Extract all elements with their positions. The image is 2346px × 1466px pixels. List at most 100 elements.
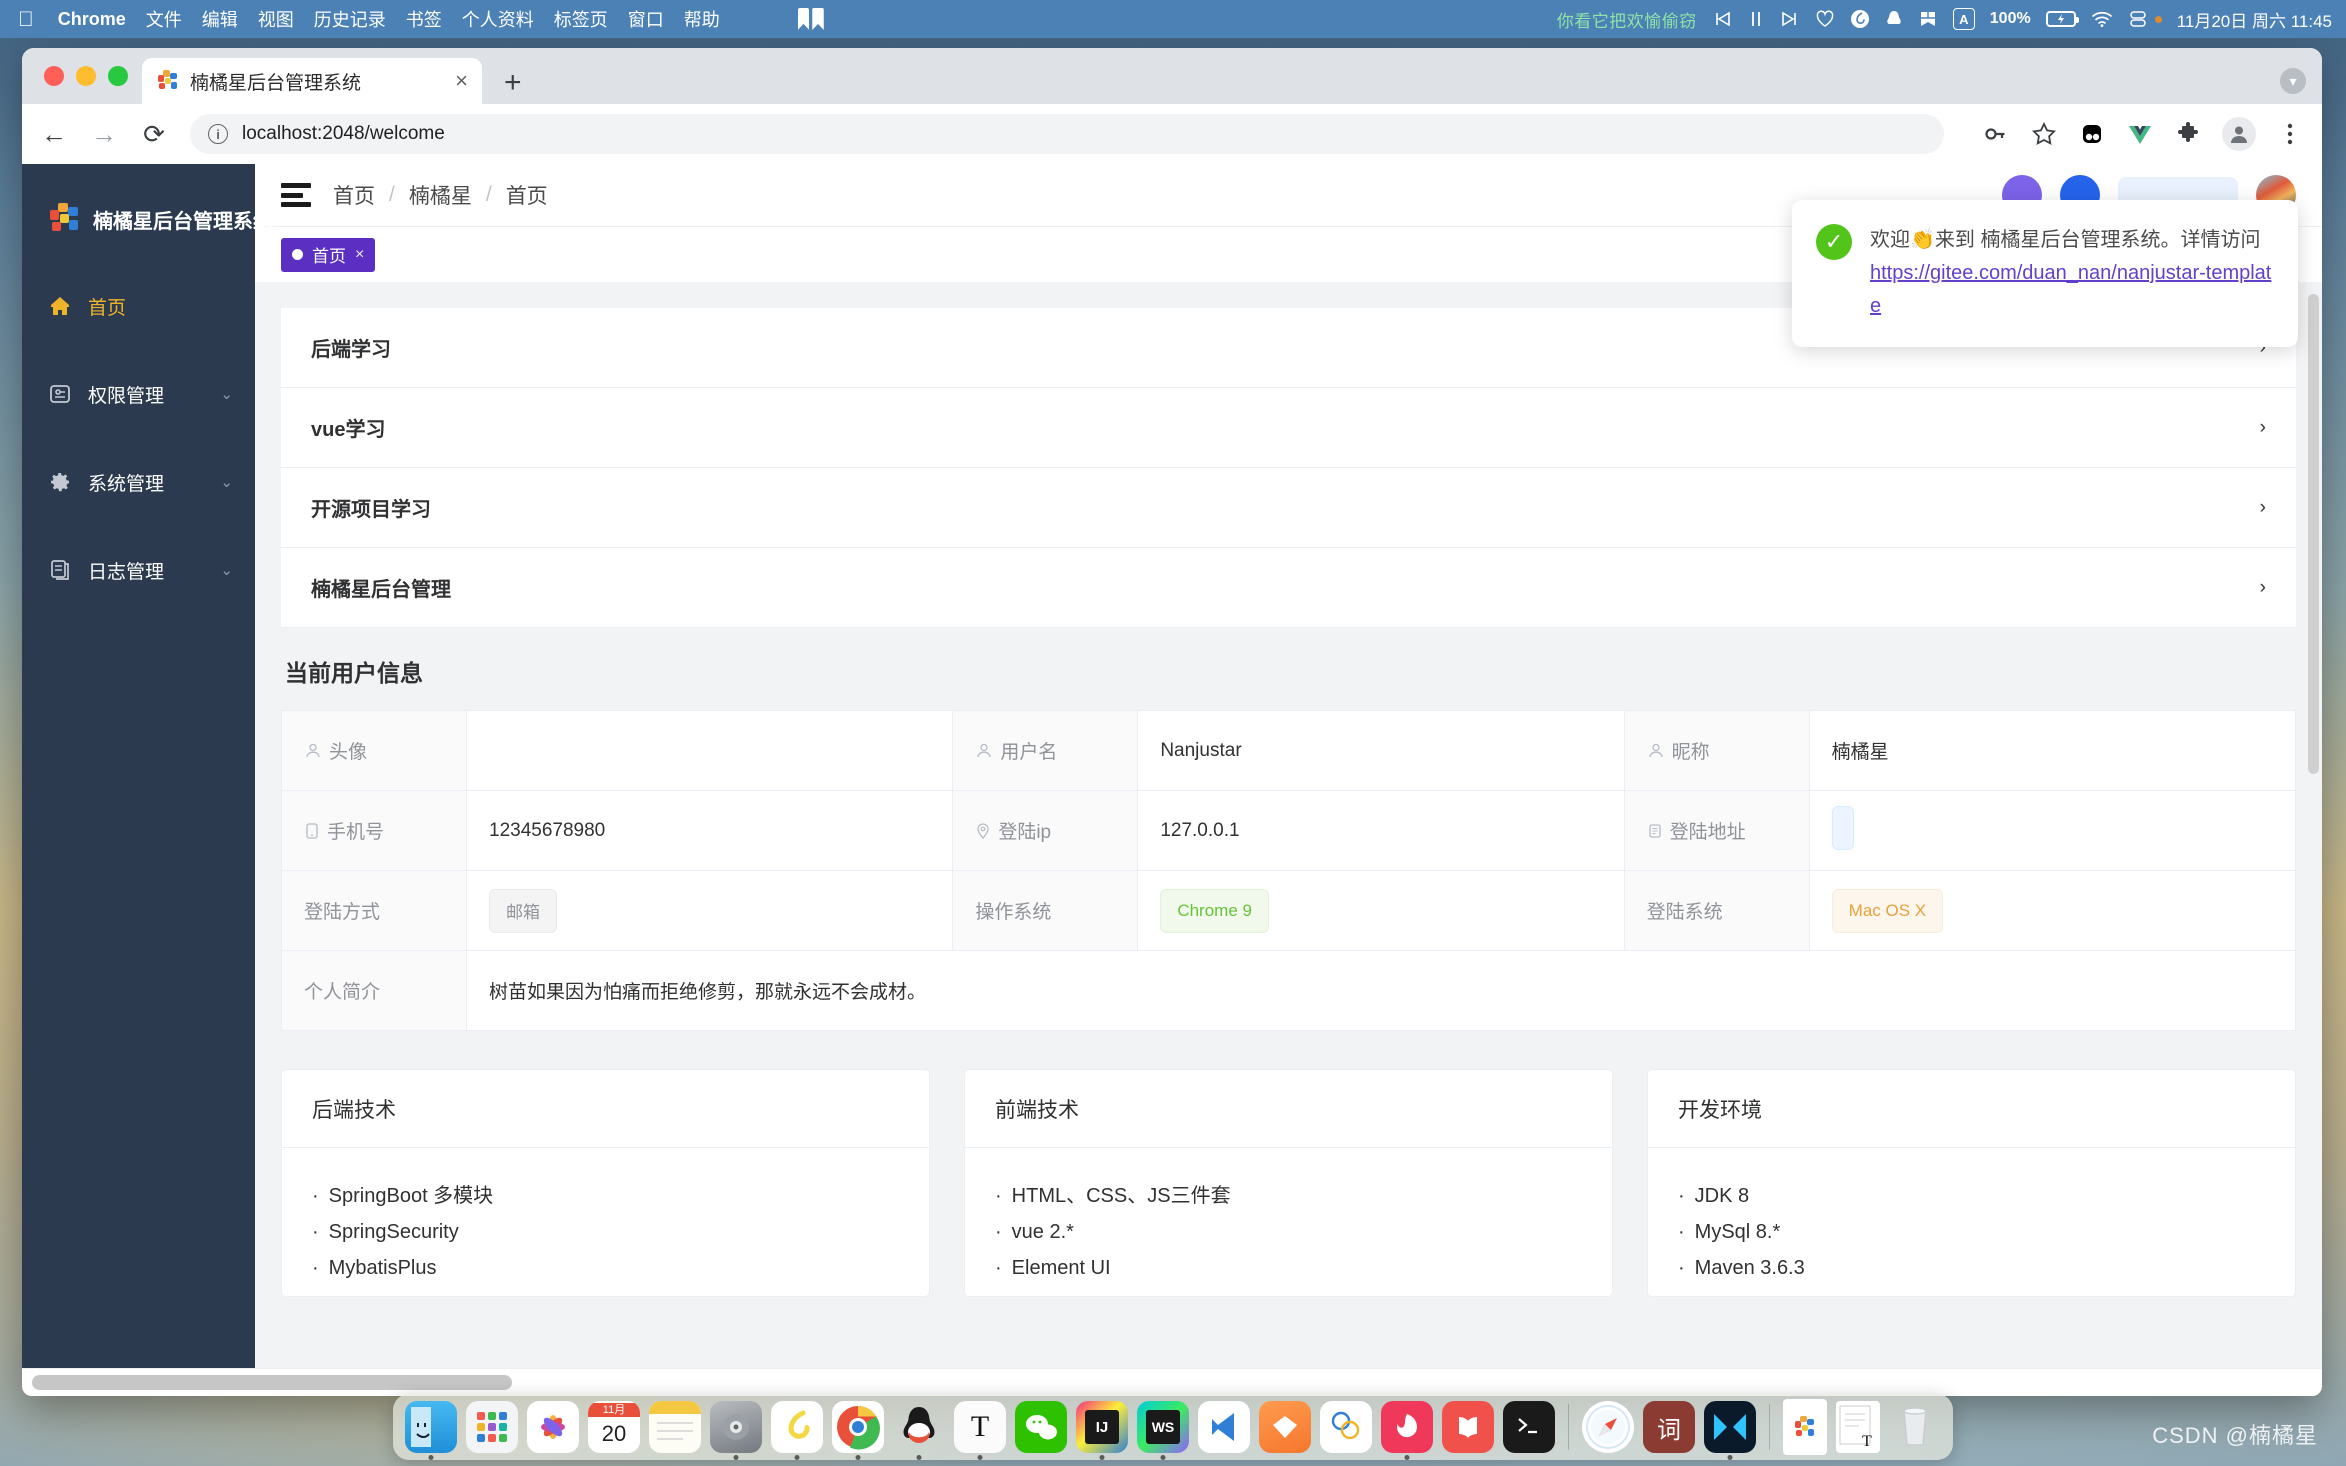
sidebar-brand[interactable]: 楠橘星后台管理系统	[22, 164, 273, 248]
menu-item-window[interactable]: 窗口	[628, 6, 664, 32]
chrome-menu-icon[interactable]	[2276, 120, 2304, 148]
dock-item-intellij-idea[interactable]: IJ	[1076, 1401, 1128, 1460]
sidebar-item-system[interactable]: 系统管理 ⌄	[22, 452, 255, 512]
dock-item-photos[interactable]	[527, 1401, 579, 1453]
forward-button[interactable]: →	[90, 121, 118, 147]
back-button[interactable]: ←	[40, 121, 68, 147]
dock-item-document-stack[interactable]: T	[1836, 1401, 1880, 1453]
calendar-day: 20	[601, 1421, 627, 1446]
menu-datetime[interactable]: 11月20日 周六 11:45	[2177, 7, 2332, 32]
maximize-window-button[interactable]	[108, 66, 128, 86]
vue-devtools-icon[interactable]	[2126, 120, 2154, 148]
star-icon[interactable]	[2030, 120, 2058, 148]
next-track-icon[interactable]	[1780, 9, 1800, 29]
menu-app-name[interactable]: Chrome	[58, 9, 126, 30]
reload-button[interactable]: ⟳	[140, 121, 168, 147]
horizontal-scrollbar-track	[22, 1368, 2322, 1396]
chevron-down-icon[interactable]: ⌄	[220, 385, 233, 403]
dock-item-document-folder[interactable]	[1783, 1399, 1827, 1455]
tag-chip-home[interactable]: 首页 ×	[281, 237, 376, 272]
dock-item-sketch[interactable]	[1259, 1401, 1311, 1453]
bookmark-icon[interactable]	[1918, 9, 1938, 29]
page-scrollbar[interactable]	[2308, 294, 2319, 774]
previous-track-icon[interactable]	[1712, 9, 1732, 29]
netease-music-icon[interactable]	[1850, 9, 1870, 29]
dock-item-books[interactable]	[1442, 1401, 1494, 1453]
dock-item-typora[interactable]: T	[954, 1401, 1006, 1460]
dock-item-wechat[interactable]	[1015, 1401, 1067, 1453]
menu-item-edit[interactable]: 编辑	[202, 6, 238, 32]
running-indicator	[1727, 1455, 1733, 1460]
dock-item-netease-music[interactable]	[771, 1401, 823, 1460]
dock-item-system-preferences[interactable]	[710, 1401, 762, 1460]
dock-item-webstorm[interactable]: WS	[1137, 1401, 1189, 1460]
menu-item-history[interactable]: 历史记录	[314, 6, 386, 32]
chevron-down-icon[interactable]: ⌄	[220, 473, 233, 491]
heart-icon[interactable]	[1815, 10, 1835, 28]
cell-value-login-method: 邮箱	[465, 870, 954, 951]
bilibili-menu-icon[interactable]	[797, 8, 824, 30]
dock-item-trash[interactable]	[1889, 1401, 1941, 1453]
wifi-icon[interactable]	[2091, 10, 2113, 28]
breadcrumb-item-0[interactable]: 首页	[333, 180, 375, 210]
dock-item-calendar[interactable]: 11月 20	[588, 1401, 640, 1453]
browser-tab[interactable]: 楠橘星后台管理系统 ×	[142, 58, 482, 104]
collapse-row[interactable]: 开源项目学习 ›	[281, 468, 2296, 548]
horizontal-scrollbar-thumb[interactable]	[32, 1375, 512, 1390]
list-item: MybatisPlus	[312, 1250, 899, 1286]
collapse-row[interactable]: vue学习 ›	[281, 388, 2296, 468]
menu-item-help[interactable]: 帮助	[684, 6, 720, 32]
dock-item-notes[interactable]	[649, 1401, 701, 1453]
cell-label-avatar: 头像	[281, 710, 467, 791]
menu-item-file[interactable]: 文件	[146, 6, 182, 32]
close-icon[interactable]: ×	[455, 70, 468, 92]
site-info-icon[interactable]: i	[208, 124, 228, 144]
menu-item-view[interactable]: 视图	[258, 6, 294, 32]
minimize-window-button[interactable]	[76, 66, 96, 86]
toast-link[interactable]: https://gitee.com/duan_nan/nanjustar-tem…	[1870, 262, 2271, 317]
collapse-row[interactable]: 楠橘星后台管理 ›	[281, 548, 2296, 628]
breadcrumb-item-2: 首页	[505, 185, 548, 208]
dock-item-figma[interactable]	[1320, 1401, 1372, 1453]
close-window-button[interactable]	[44, 66, 64, 86]
dock-item-safari[interactable]	[1582, 1401, 1634, 1453]
menu-item-tabs[interactable]: 标签页	[554, 6, 608, 32]
sidebar-item-home[interactable]: 首页	[22, 276, 255, 336]
pause-icon[interactable]	[1747, 9, 1765, 29]
chevron-down-icon[interactable]: ▾	[2280, 68, 2306, 94]
input-source-icon[interactable]: A	[1952, 8, 1975, 30]
dock-item-launchpad[interactable]	[466, 1401, 518, 1453]
panda-extension-icon[interactable]	[2078, 120, 2106, 148]
control-center-icon[interactable]	[2128, 9, 2148, 29]
dock-item-bilibili[interactable]	[1704, 1401, 1756, 1460]
dock-item-dictionary[interactable]: 词	[1643, 1401, 1695, 1453]
tech-card-list: SpringBoot 多模块 SpringSecurity MybatisPlu…	[282, 1148, 929, 1296]
dock-item-vscode[interactable]	[1198, 1401, 1250, 1453]
dock-item-terminal[interactable]	[1503, 1401, 1555, 1453]
dock-item-chrome[interactable]	[832, 1401, 884, 1460]
collapse-menu-icon[interactable]	[281, 183, 311, 207]
extensions-puzzle-icon[interactable]	[2174, 120, 2202, 148]
dock-item-finder[interactable]	[405, 1401, 457, 1460]
key-icon[interactable]	[1982, 120, 2010, 148]
sidebar: 楠橘星后台管理系统 首页 权限管理 ⌄ 系统管理 ⌄ 日志管理 ⌄	[22, 164, 273, 1368]
menu-item-profile[interactable]: 个人资料	[462, 6, 534, 32]
qq-icon[interactable]	[1885, 9, 1903, 29]
battery-charging-icon[interactable]	[2045, 11, 2079, 27]
cell-label-login-address: 登陆地址	[1623, 790, 1810, 871]
cell-value-login-address	[1808, 790, 2297, 871]
breadcrumb-item-1[interactable]: 楠橘星	[409, 180, 472, 210]
menu-item-bookmarks[interactable]: 书签	[406, 6, 442, 32]
new-tab-button[interactable]: +	[504, 68, 522, 98]
dock-item-firefox-dev[interactable]	[1381, 1401, 1433, 1460]
chevron-down-icon[interactable]: ⌄	[220, 561, 233, 579]
sidebar-item-log[interactable]: 日志管理 ⌄	[22, 540, 255, 600]
address-bar[interactable]: i localhost:2048/welcome	[190, 114, 1944, 154]
sidebar-item-permission[interactable]: 权限管理 ⌄	[22, 364, 255, 424]
vscode-icon	[1198, 1401, 1250, 1453]
close-icon[interactable]: ×	[355, 246, 364, 264]
dock-item-qq[interactable]	[893, 1401, 945, 1460]
profile-avatar-icon[interactable]	[2222, 117, 2256, 151]
apple-icon[interactable]: 	[18, 9, 34, 30]
status-badge: Mac OS X	[1831, 888, 1944, 933]
